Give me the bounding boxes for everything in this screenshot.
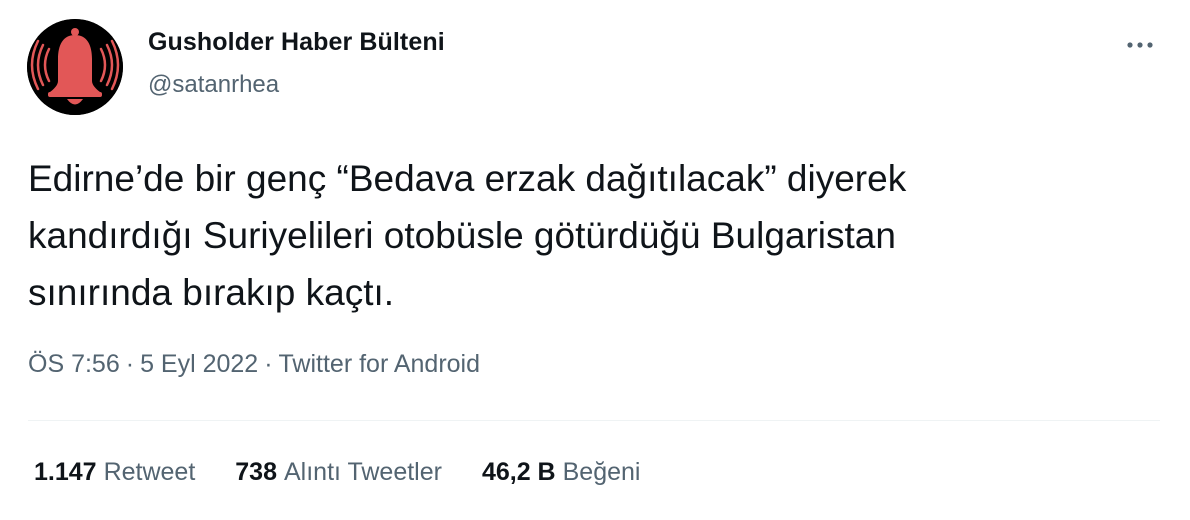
meta-separator: · bbox=[264, 350, 273, 378]
tweet-card: Gusholder Haber Bülteni @satanrhea Edirn… bbox=[0, 0, 1190, 520]
retweets-count: 1.147 bbox=[34, 458, 97, 486]
tweet-stats: 1.147 Retweet 738 Alıntı Tweetler 46,2 B… bbox=[34, 458, 680, 487]
alarm-bell-icon bbox=[27, 19, 123, 115]
likes-label: Beğeni bbox=[562, 458, 641, 486]
tweet-source[interactable]: Twitter for Android bbox=[279, 350, 480, 378]
display-name[interactable]: Gusholder Haber Bülteni bbox=[148, 28, 445, 57]
meta-separator: · bbox=[125, 350, 135, 378]
tweet-time[interactable]: ÖS 7:56 bbox=[28, 350, 120, 378]
user-handle[interactable]: @satanrhea bbox=[148, 71, 279, 99]
more-options-button[interactable] bbox=[1118, 30, 1162, 60]
more-horizontal-icon bbox=[1127, 42, 1153, 48]
divider bbox=[28, 420, 1160, 421]
avatar[interactable] bbox=[27, 19, 123, 115]
likes-count: 46,2 B bbox=[481, 458, 556, 486]
retweets-label: Retweet bbox=[103, 458, 196, 486]
quote-tweets-count: 738 bbox=[235, 458, 277, 486]
retweets-stat[interactable]: 1.147 Retweet bbox=[34, 458, 195, 487]
likes-stat[interactable]: 46,2 B Beğeni bbox=[482, 458, 641, 487]
quote-tweets-stat[interactable]: 738 Alıntı Tweetler bbox=[235, 458, 442, 487]
tweet-date[interactable]: 5 Eyl 2022 bbox=[140, 350, 258, 378]
tweet-text: Edirne’de bir genç “Bedava erzak dağıtıl… bbox=[28, 158, 907, 313]
quote-tweets-label: Alıntı Tweetler bbox=[284, 458, 442, 486]
tweet-meta: ÖS 7:56 · 5 Eyl 2022 · Twitter for Android bbox=[28, 350, 480, 379]
